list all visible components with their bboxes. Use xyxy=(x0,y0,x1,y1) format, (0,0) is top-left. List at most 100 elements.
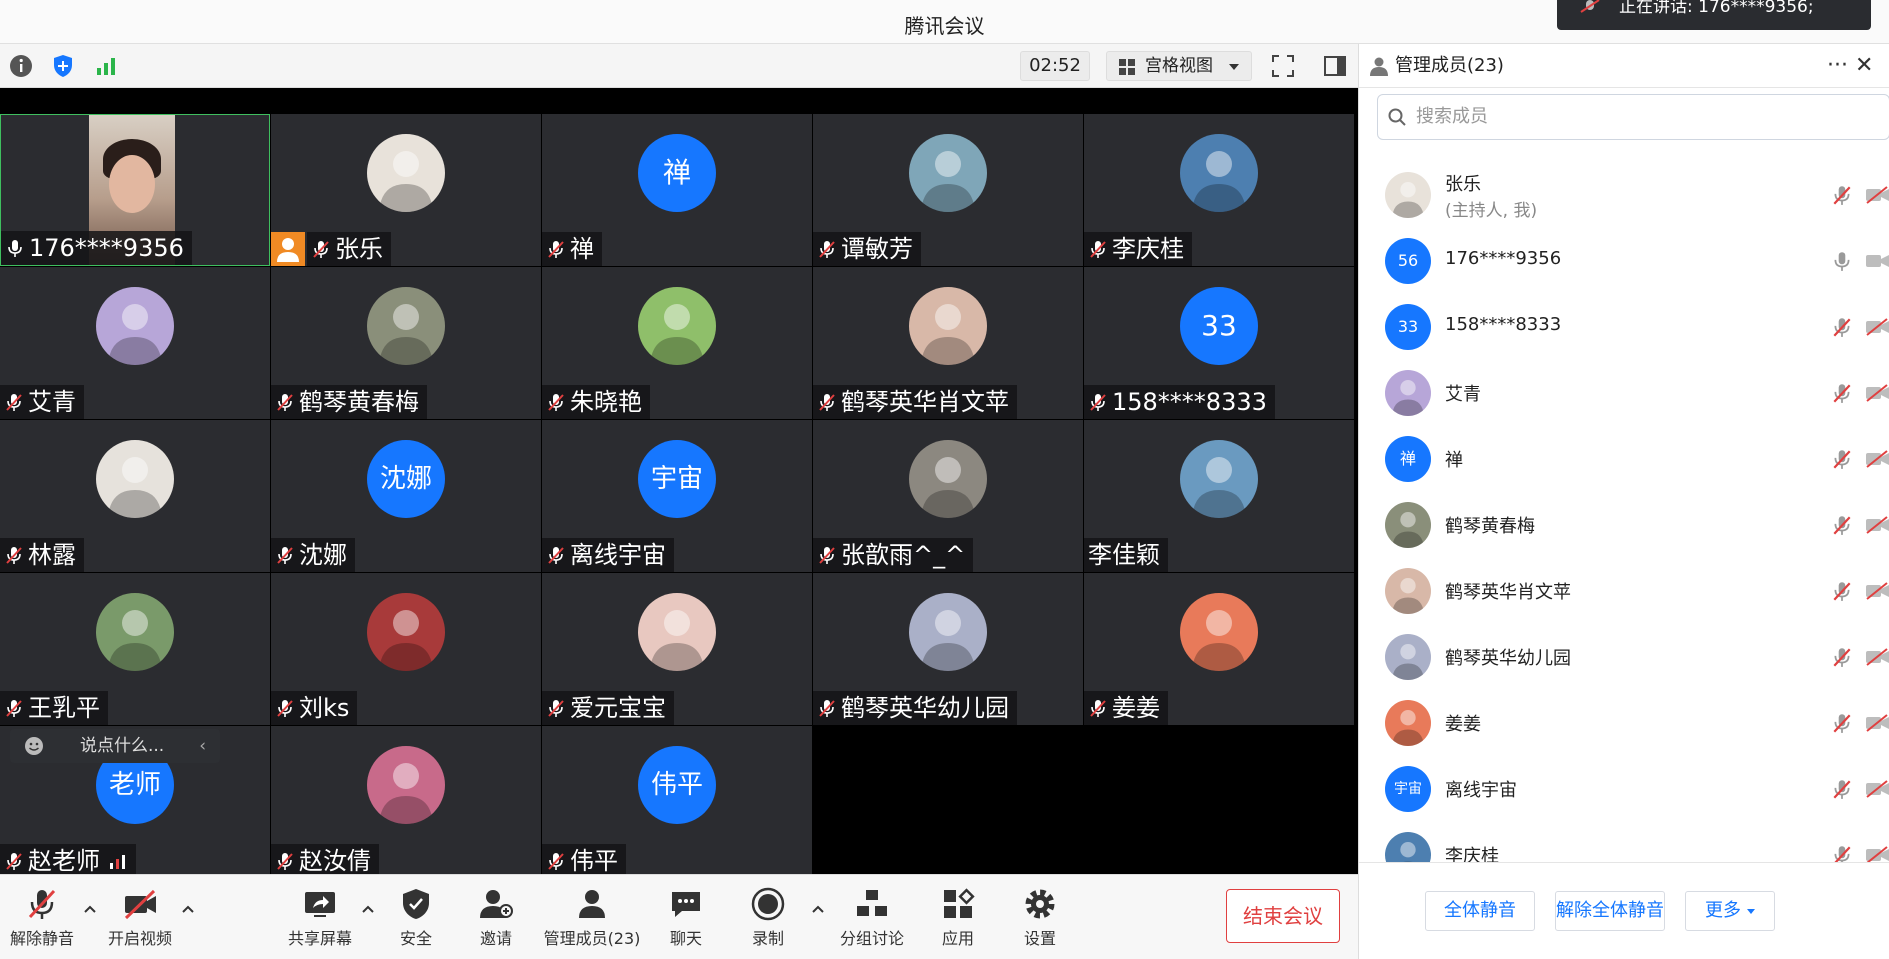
mic-muted-icon[interactable] xyxy=(1831,448,1853,470)
participant-tile[interactable]: 鹤琴英华肖文苹 xyxy=(813,267,1083,419)
member-row[interactable]: 56 176****9356 xyxy=(1359,228,1889,294)
mic-muted-icon[interactable] xyxy=(1831,316,1853,338)
mute-all-button[interactable]: 全体静音 xyxy=(1425,891,1535,931)
participant-tile[interactable]: 艾青 xyxy=(0,267,270,419)
security-button[interactable]: 安全 xyxy=(386,887,446,949)
chat-quick-input[interactable]: 说点什么... ‹ xyxy=(10,729,220,763)
participant-tile[interactable]: 张歆雨^_^ xyxy=(813,420,1083,572)
signal-icon[interactable] xyxy=(93,53,119,79)
participant-tile[interactable]: 李庆桂 xyxy=(1084,114,1354,266)
participant-tile[interactable]: 宇宙 离线宇宙 xyxy=(542,420,812,572)
participant-tile[interactable]: 王乳平 xyxy=(0,573,270,725)
participant-tile[interactable]: 谭敏芳 xyxy=(813,114,1083,266)
mic-muted-icon[interactable] xyxy=(1831,646,1853,668)
chevron-up-icon[interactable] xyxy=(182,905,194,913)
emoji-icon[interactable] xyxy=(24,736,44,756)
mic-muted-icon xyxy=(548,394,564,411)
mic-muted-icon[interactable] xyxy=(1831,184,1853,206)
close-icon[interactable]: ✕ xyxy=(1855,44,1873,88)
mic-muted-icon xyxy=(1580,0,1600,13)
participant-tile[interactable]: 李佳颖 xyxy=(1084,420,1354,572)
member-row[interactable]: 33 158****8333 xyxy=(1359,294,1889,360)
participant-tile[interactable]: 鹤琴英华幼儿园 xyxy=(813,573,1083,725)
chevron-up-icon[interactable] xyxy=(812,905,824,913)
member-row[interactable]: 宇宙 离线宇宙 xyxy=(1359,756,1889,822)
record-button[interactable]: 录制 xyxy=(738,887,798,949)
camera-off-icon[interactable] xyxy=(1865,516,1889,534)
participant-tile[interactable]: 朱晓艳 xyxy=(542,267,812,419)
camera-off-icon[interactable] xyxy=(1865,450,1889,468)
invite-button[interactable]: 邀请 xyxy=(466,887,526,949)
participant-nameplate: 176****9356 xyxy=(1,231,192,265)
participant-nameplate: 禅 xyxy=(542,232,602,266)
mic-muted-icon xyxy=(6,394,22,411)
member-row[interactable]: 鹤琴英华幼儿园 xyxy=(1359,624,1889,690)
member-row[interactable]: 艾青 xyxy=(1359,360,1889,426)
view-mode-dropdown[interactable]: 宫格视图 xyxy=(1106,51,1252,81)
share-screen-button[interactable]: 共享屏幕 xyxy=(284,887,356,949)
shield-icon[interactable] xyxy=(50,53,76,79)
camera-off-icon[interactable] xyxy=(1865,582,1889,600)
unmute-all-button[interactable]: 解除全体静音 xyxy=(1555,891,1665,931)
camera-off-icon[interactable] xyxy=(1865,780,1889,798)
mic-icon[interactable] xyxy=(1831,250,1853,272)
avatar-image xyxy=(367,746,445,824)
info-icon[interactable] xyxy=(8,53,34,79)
more-options-icon[interactable]: ··· xyxy=(1827,44,1848,88)
participant-tile[interactable]: 鹤琴黄春梅 xyxy=(271,267,541,419)
member-row[interactable]: 禅禅 xyxy=(1359,426,1889,492)
participant-tile[interactable]: 禅禅 xyxy=(542,114,812,266)
participant-nameplate: 姜姜 xyxy=(1084,691,1168,725)
start-video-button[interactable]: 开启视频 xyxy=(104,887,176,949)
member-search-input[interactable]: 搜索成员 xyxy=(1377,94,1889,140)
participant-tile[interactable]: 33 158****8333 xyxy=(1084,267,1354,419)
chevron-up-icon[interactable] xyxy=(362,905,374,913)
more-button[interactable]: 更多 xyxy=(1685,891,1775,931)
member-avatar xyxy=(1385,700,1431,746)
participant-tile[interactable]: 赵汝倩 xyxy=(271,726,541,878)
camera-off-icon[interactable] xyxy=(1865,714,1889,732)
fullscreen-icon[interactable] xyxy=(1270,53,1296,79)
member-row[interactable]: 鹤琴英华肖文苹 xyxy=(1359,558,1889,624)
manage-members-button[interactable]: 管理成员(23) xyxy=(542,887,642,949)
participant-avatar xyxy=(1180,440,1258,518)
chevron-left-icon[interactable]: ‹ xyxy=(199,729,206,763)
participant-tile[interactable]: 林露 xyxy=(0,420,270,572)
breakout-button[interactable]: 分组讨论 xyxy=(834,887,910,949)
mic-muted-icon[interactable] xyxy=(1831,514,1853,536)
participant-tile[interactable]: 刘ks xyxy=(271,573,541,725)
camera-icon[interactable] xyxy=(1865,252,1889,270)
participant-tile[interactable]: 张乐 xyxy=(271,114,541,266)
mic-muted-icon[interactable] xyxy=(1831,844,1853,862)
mic-muted-icon[interactable] xyxy=(1831,382,1853,404)
mic-muted-icon xyxy=(819,241,835,258)
participant-tile[interactable]: 伟平 伟平 xyxy=(542,726,812,878)
participant-tile[interactable]: 沈娜 沈娜 xyxy=(271,420,541,572)
mic-muted-icon[interactable] xyxy=(1831,778,1853,800)
participant-tile[interactable]: 姜姜 xyxy=(1084,573,1354,725)
participant-tile[interactable]: 爱元宝宝 xyxy=(542,573,812,725)
participant-tile[interactable]: 176****9356 xyxy=(0,114,270,266)
participant-avatar xyxy=(638,593,716,671)
chevron-up-icon[interactable] xyxy=(84,905,96,913)
camera-off-icon[interactable] xyxy=(1865,186,1889,204)
member-row[interactable]: 姜姜 xyxy=(1359,690,1889,756)
camera-off-icon[interactable] xyxy=(1865,318,1889,336)
camera-off-icon[interactable] xyxy=(1865,384,1889,402)
member-name: 鹤琴黄春梅 xyxy=(1445,516,1535,537)
mic-muted-icon[interactable] xyxy=(1831,712,1853,734)
camera-off-icon[interactable] xyxy=(1865,846,1889,862)
member-row[interactable]: 鹤琴黄春梅 xyxy=(1359,492,1889,558)
mic-muted-icon[interactable] xyxy=(1831,580,1853,602)
unmute-button[interactable]: 解除静音 xyxy=(6,887,78,949)
mic-muted-icon xyxy=(277,547,293,564)
chat-button[interactable]: 聊天 xyxy=(656,887,716,949)
apps-button[interactable]: 应用 xyxy=(928,887,988,949)
settings-button[interactable]: 设置 xyxy=(1010,887,1070,949)
sidebar-toggle-icon[interactable] xyxy=(1322,53,1348,79)
camera-off-icon[interactable] xyxy=(1865,648,1889,666)
avatar-image xyxy=(1385,634,1431,680)
end-meeting-button[interactable]: 结束会议 xyxy=(1226,889,1340,943)
member-row[interactable]: 张乐 (主持人, 我) xyxy=(1359,162,1889,228)
member-row[interactable]: 李庆桂 xyxy=(1359,822,1889,862)
